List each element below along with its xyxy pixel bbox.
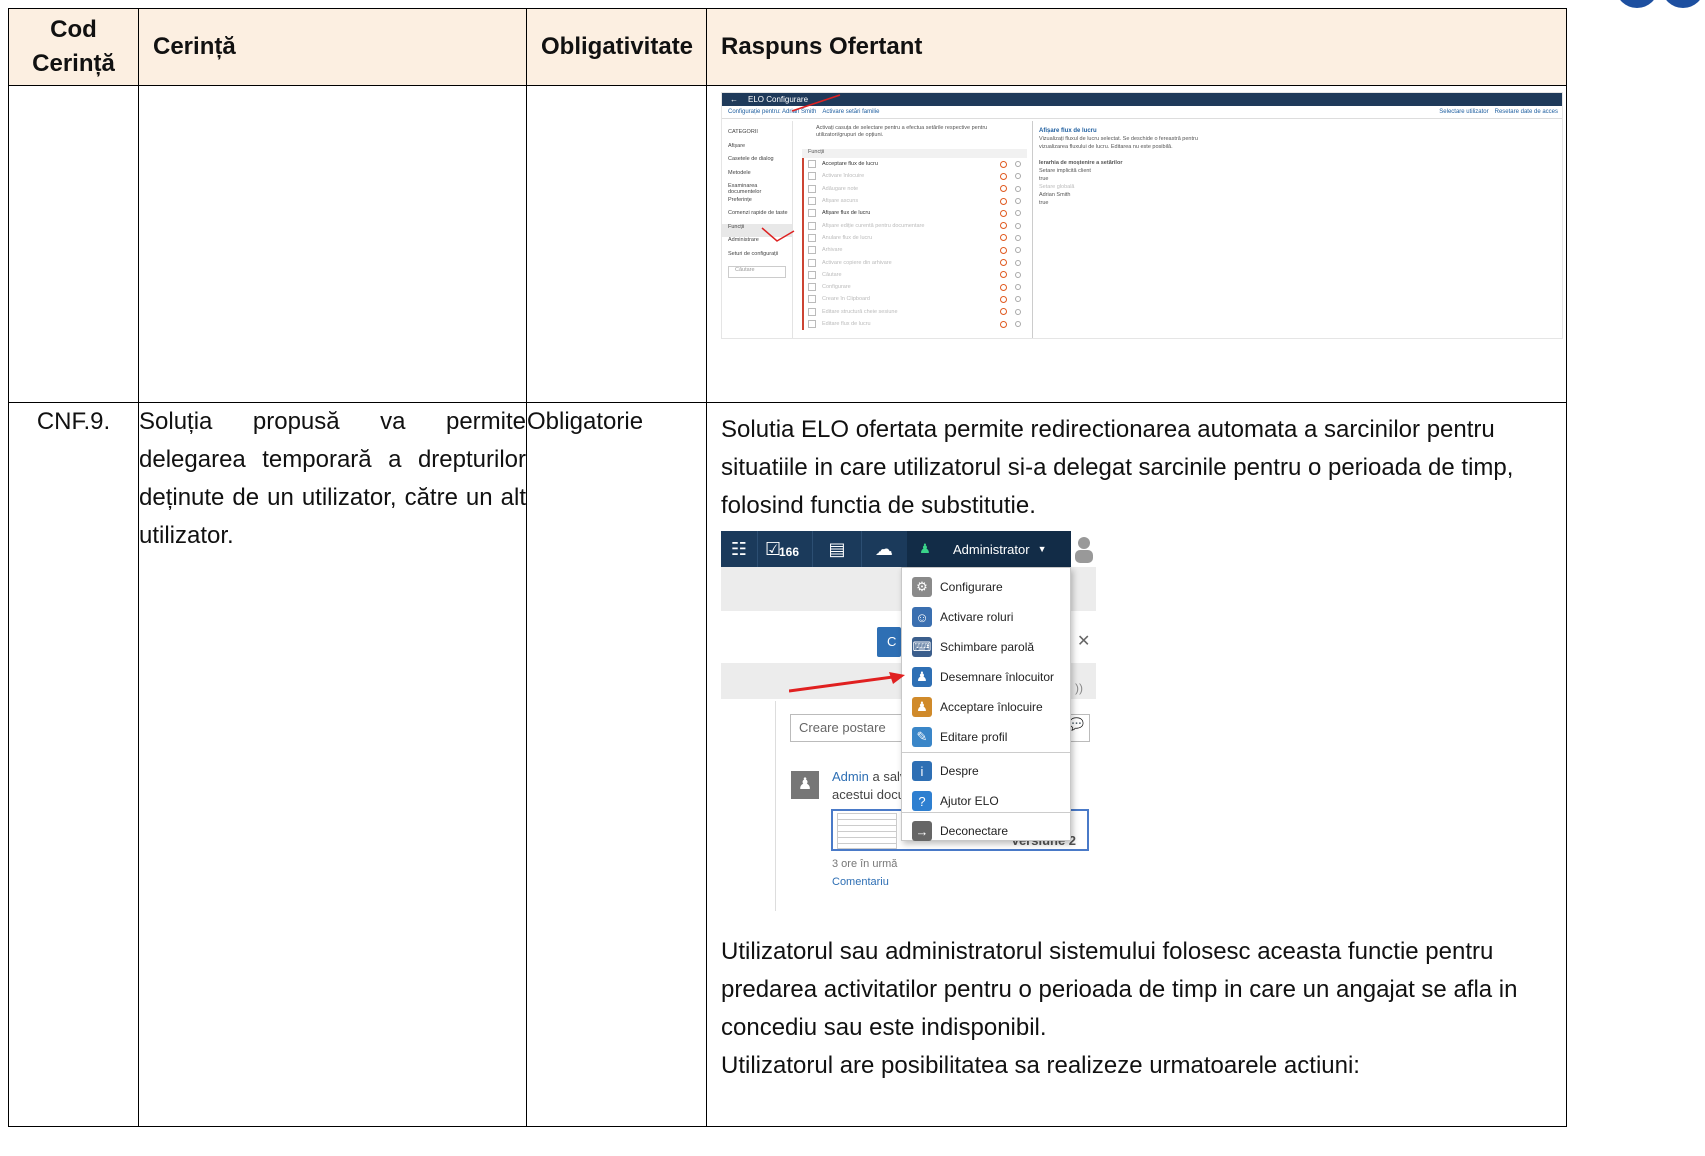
admin-dropdown-menu: ⚙ Configurare ☺ Activare roluri ⌨ Schimbare p… [901,567,1071,841]
post-time: 3 ore în urmă [832,858,898,870]
post-text: Admin a salv acestui docu [832,769,907,802]
menu-item-activare-roluri[interactable]: ☺ Activare roluri [902,602,1070,632]
menu-icon: ⚙ [912,577,932,597]
admin-menu-button[interactable]: ♟ Administrator ▼ [907,531,1071,567]
requirement-code: CNF.9. [8,402,139,1127]
response-last: Utilizatorul are posibilitatea sa realiz… [721,1052,1360,1079]
comment-link[interactable]: Comentariu [832,876,889,888]
grid-icon: ☷ [721,531,758,567]
menu-icon: i [912,761,932,781]
menu-item-configurare[interactable]: ⚙ Configurare [902,572,1070,602]
logo-fragment [1610,0,1705,8]
caret-down-icon: ▼ [1037,544,1047,554]
menu-item-desemnare-nlocuitor[interactable]: ♟ Desemnare înlocuitor [902,662,1070,692]
documents-icon[interactable]: ▤ [813,531,862,567]
mandatory-value: Obligatorie [526,402,707,1127]
header-response: Raspuns Ofertant [706,8,1567,86]
response-after: Utilizatorul sau administratorul sistemu… [721,938,1518,1041]
user-menu-screenshot: ☷ ☑ 166 ▤ ☁ ♟ Administrator ▼ C ✕ )) Cre… [721,531,1096,923]
menu-icon: ♟ [912,697,932,717]
user-icon: ♟ [919,541,931,556]
menu-icon: ✎ [912,727,932,747]
menu-icon: ♟ [912,667,932,687]
annotation-arrow [789,672,905,693]
create-button[interactable]: C [877,627,901,657]
menu-icon: ⌨ [912,637,932,657]
header-mandatory: Obligativitate [526,8,707,86]
task-count: 166 [779,545,800,559]
cell-mandatory-empty [526,85,707,403]
table-row: ← ELO Configurare Configurație pentru: Ad… [8,85,1567,403]
response-intro: Solutia ELO ofertata permite redirection… [721,416,1514,519]
header-requirement: Cerință [138,8,527,86]
menu-item-schimbare-parol-[interactable]: ⌨ Schimbare parolă [902,632,1070,662]
avatar[interactable] [1073,535,1095,563]
cloud-icon[interactable]: ☁ [861,531,908,567]
cell-response: Solutia ELO ofertata permite redirection… [706,402,1567,1127]
menu-icon: ☺ [912,607,932,627]
requirements-table: Cod Cerință Cerință Obligativitate Raspu… [8,8,1567,1127]
cell-code-empty [8,85,139,403]
cell-requirement-empty [138,85,527,403]
annotation-arrows [761,94,841,242]
header-code: Cod Cerință [8,8,139,86]
menu-item-deconectare[interactable]: → Deconectare [902,816,1070,846]
rss-icon[interactable]: )) [1075,681,1083,695]
cell-response-screenshot: ← ELO Configurare Configurație pentru: Ad… [706,85,1567,403]
table-header: Cod Cerință Cerință Obligativitate Raspu… [8,8,1567,86]
menu-item-editare-profil[interactable]: ✎ Editare profil [902,722,1070,752]
close-icon[interactable]: ✕ [1077,631,1090,651]
configuration-screenshot: ← ELO Configurare Configurație pentru: Ad… [721,92,1563,339]
menu-icon: → [912,821,932,841]
table-row: CNF.9. Soluția propusă va permite delega… [8,402,1567,1127]
comment-icon[interactable]: 💬 [1069,717,1084,731]
menu-icon: ? [912,791,932,811]
requirement-text: Soluția propusă va permite delegarea tem… [138,402,527,1127]
menu-item-despre[interactable]: i Despre [902,756,1070,786]
post-avatar: ♟ [791,771,819,799]
menu-item-acceptare-nlocuire[interactable]: ♟ Acceptare înlocuire [902,692,1070,722]
